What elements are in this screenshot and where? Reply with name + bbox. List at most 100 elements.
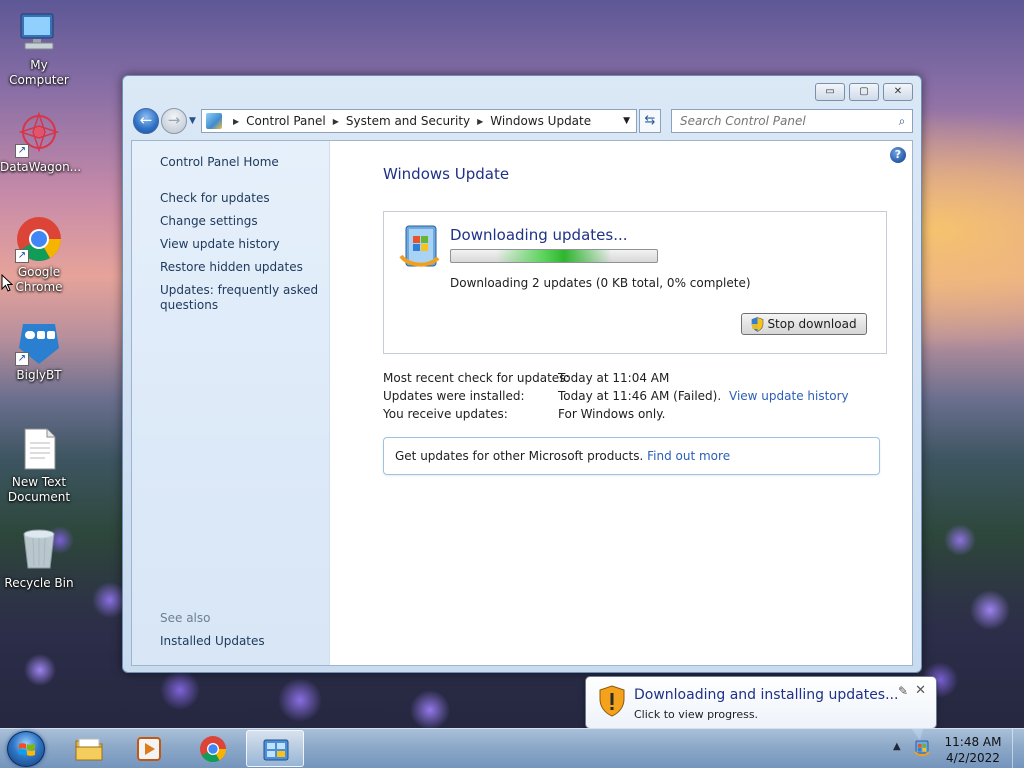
computer-icon xyxy=(15,8,63,56)
breadcrumb-chevron-icon[interactable]: ▶ xyxy=(333,117,339,126)
windows-logo-icon xyxy=(19,743,35,756)
find-out-more-link[interactable]: Find out more xyxy=(647,449,730,463)
uac-shield-icon xyxy=(752,316,764,332)
breadcrumb-windows-update[interactable]: Windows Update xyxy=(490,114,591,128)
media-player-icon xyxy=(137,737,161,761)
other-products-panel: Get updates for other Microsoft products… xyxy=(383,437,880,475)
biglybt-icon: ↗ xyxy=(15,318,63,366)
installed-updates-link[interactable]: Installed Updates xyxy=(160,634,320,649)
window-controls: ▭ ▢ ✕ xyxy=(815,83,913,101)
updates-faq-link[interactable]: Updates: frequently asked questions xyxy=(160,283,320,313)
installed-value: Today at 11:46 AM (Failed). xyxy=(558,389,722,403)
desktop-icon-label: DataWagon... xyxy=(0,160,82,174)
taskbar-google-chrome[interactable] xyxy=(184,730,242,767)
options-wrench-icon[interactable]: ✎ xyxy=(898,684,908,698)
recent-pages-dropdown[interactable]: ▼ xyxy=(189,116,196,126)
installed-value-row: Today at 11:46 AM (Failed). View update … xyxy=(558,389,849,403)
desktop-icon-biglybt[interactable]: ↗ BiglyBT xyxy=(0,318,78,383)
windows-update-tray-icon[interactable] xyxy=(914,740,930,756)
breadcrumb-system-and-security[interactable]: System and Security xyxy=(346,114,470,128)
clock-date: 4/2/2022 xyxy=(946,751,1000,765)
notification-title: Downloading and installing updates... xyxy=(634,687,899,703)
notification-subtitle: Click to view progress. xyxy=(634,708,759,721)
show-hidden-icons-button[interactable]: ▲ xyxy=(893,741,901,752)
refresh-icon: ⇆ xyxy=(644,113,656,128)
forward-arrow-icon: → xyxy=(167,111,181,129)
close-button[interactable]: ✕ xyxy=(883,83,913,101)
control-panel-icon xyxy=(206,113,222,129)
view-update-history-inline-link[interactable]: View update history xyxy=(729,389,849,403)
taskbar-media-player[interactable] xyxy=(120,730,178,767)
status-heading: Downloading updates... xyxy=(450,226,628,244)
recycle-bin-icon xyxy=(15,526,63,574)
installed-label: Updates were installed: xyxy=(383,389,525,403)
breadcrumb-control-panel[interactable]: Control Panel xyxy=(246,114,326,128)
show-desktop-button[interactable] xyxy=(1012,729,1024,768)
minimize-button[interactable]: ▭ xyxy=(815,83,845,101)
datawagon-icon: ↗ xyxy=(15,110,63,158)
control-panel-home-link[interactable]: Control Panel Home xyxy=(160,155,320,170)
desktop-icon-label: My Computer xyxy=(9,58,69,87)
desktop-icon-new-text-document[interactable]: New Text Document xyxy=(0,425,78,505)
shortcut-arrow-icon: ↗ xyxy=(15,144,29,158)
recent-check-label: Most recent check for updates: xyxy=(383,371,570,385)
search-input[interactable] xyxy=(672,111,892,131)
recent-check-value: Today at 11:04 AM xyxy=(558,371,670,385)
control-panel-window: ▭ ▢ ✕ ← → ▼ ▶ Control Panel ▶ System and… xyxy=(122,75,922,673)
stop-download-label: Stop download xyxy=(767,317,857,331)
mouse-cursor-icon xyxy=(1,274,13,292)
check-for-updates-link[interactable]: Check for updates xyxy=(160,191,320,206)
breadcrumb-chevron-icon[interactable]: ▶ xyxy=(477,117,483,126)
notification-close-button[interactable]: ✕ xyxy=(915,683,926,698)
content-area: Control Panel Home Check for updates Cha… xyxy=(131,140,913,666)
address-bar[interactable]: ▶ Control Panel ▶ System and Security ▶ … xyxy=(201,109,637,133)
desktop-icon-recycle-bin[interactable]: Recycle Bin xyxy=(0,526,78,591)
chrome-icon: ↗ xyxy=(15,215,63,263)
text-document-icon xyxy=(15,425,63,473)
back-button[interactable]: ← xyxy=(133,108,159,134)
desktop-icon-datawagon[interactable]: ↗ DataWagon... xyxy=(0,110,82,175)
download-progress-animation xyxy=(451,250,657,262)
chrome-icon xyxy=(200,736,227,763)
search-icon[interactable]: ⌕ xyxy=(892,114,912,129)
stop-download-button[interactable]: Stop download xyxy=(741,313,867,335)
desktop-icon-label: Recycle Bin xyxy=(4,576,74,590)
desktop-icon-label: New Text Document xyxy=(7,475,71,504)
desktop-icon-label: BiglyBT xyxy=(16,368,62,382)
folder-icon xyxy=(75,738,103,761)
other-products-text: Get updates for other Microsoft products… xyxy=(395,449,644,463)
update-status-panel: Downloading updates... Downloading 2 upd… xyxy=(383,211,887,354)
breadcrumb-chevron-icon[interactable]: ▶ xyxy=(233,117,239,126)
refresh-button[interactable]: ⇆ xyxy=(639,109,661,133)
forward-button[interactable]: → xyxy=(161,108,187,134)
status-detail: Downloading 2 updates (0 KB total, 0% co… xyxy=(450,276,751,290)
back-arrow-icon: ← xyxy=(139,111,153,129)
change-settings-link[interactable]: Change settings xyxy=(160,214,320,229)
taskbar-control-panel[interactable] xyxy=(246,730,304,767)
address-dropdown-icon[interactable]: ▼ xyxy=(623,116,630,126)
control-panel-icon xyxy=(263,739,289,761)
start-button[interactable] xyxy=(7,731,45,767)
left-task-pane: Control Panel Home Check for updates Cha… xyxy=(132,141,330,665)
taskbar-windows-explorer[interactable] xyxy=(60,730,118,767)
restore-hidden-updates-link[interactable]: Restore hidden updates xyxy=(160,260,320,275)
update-notification-balloon[interactable]: Downloading and installing updates... Cl… xyxy=(585,676,937,742)
help-icon[interactable]: ? xyxy=(890,147,906,163)
see-also-heading: See also xyxy=(160,611,211,625)
maximize-button[interactable]: ▢ xyxy=(849,83,879,101)
search-box: ⌕ xyxy=(671,109,913,133)
view-update-history-link[interactable]: View update history xyxy=(160,237,320,252)
windows-update-icon xyxy=(399,225,440,267)
navigation-bar: ← → ▼ ▶ Control Panel ▶ System and Secur… xyxy=(131,108,913,134)
page-title: Windows Update xyxy=(383,165,510,183)
main-pane: ? Windows Update Downloading updates... … xyxy=(331,141,912,665)
shortcut-arrow-icon: ↗ xyxy=(15,352,29,366)
receive-updates-value: For Windows only. xyxy=(558,407,666,421)
clock-time: 11:48 AM xyxy=(944,735,1002,749)
download-progress-bar xyxy=(450,249,658,263)
security-shield-icon xyxy=(599,685,625,717)
taskbar: ▲ 11:48 AM 4/2/2022 xyxy=(0,728,1024,768)
shortcut-arrow-icon: ↗ xyxy=(15,249,29,263)
system-clock[interactable]: 11:48 AM 4/2/2022 xyxy=(942,734,1004,766)
desktop-icon-my-computer[interactable]: My Computer xyxy=(0,8,78,88)
